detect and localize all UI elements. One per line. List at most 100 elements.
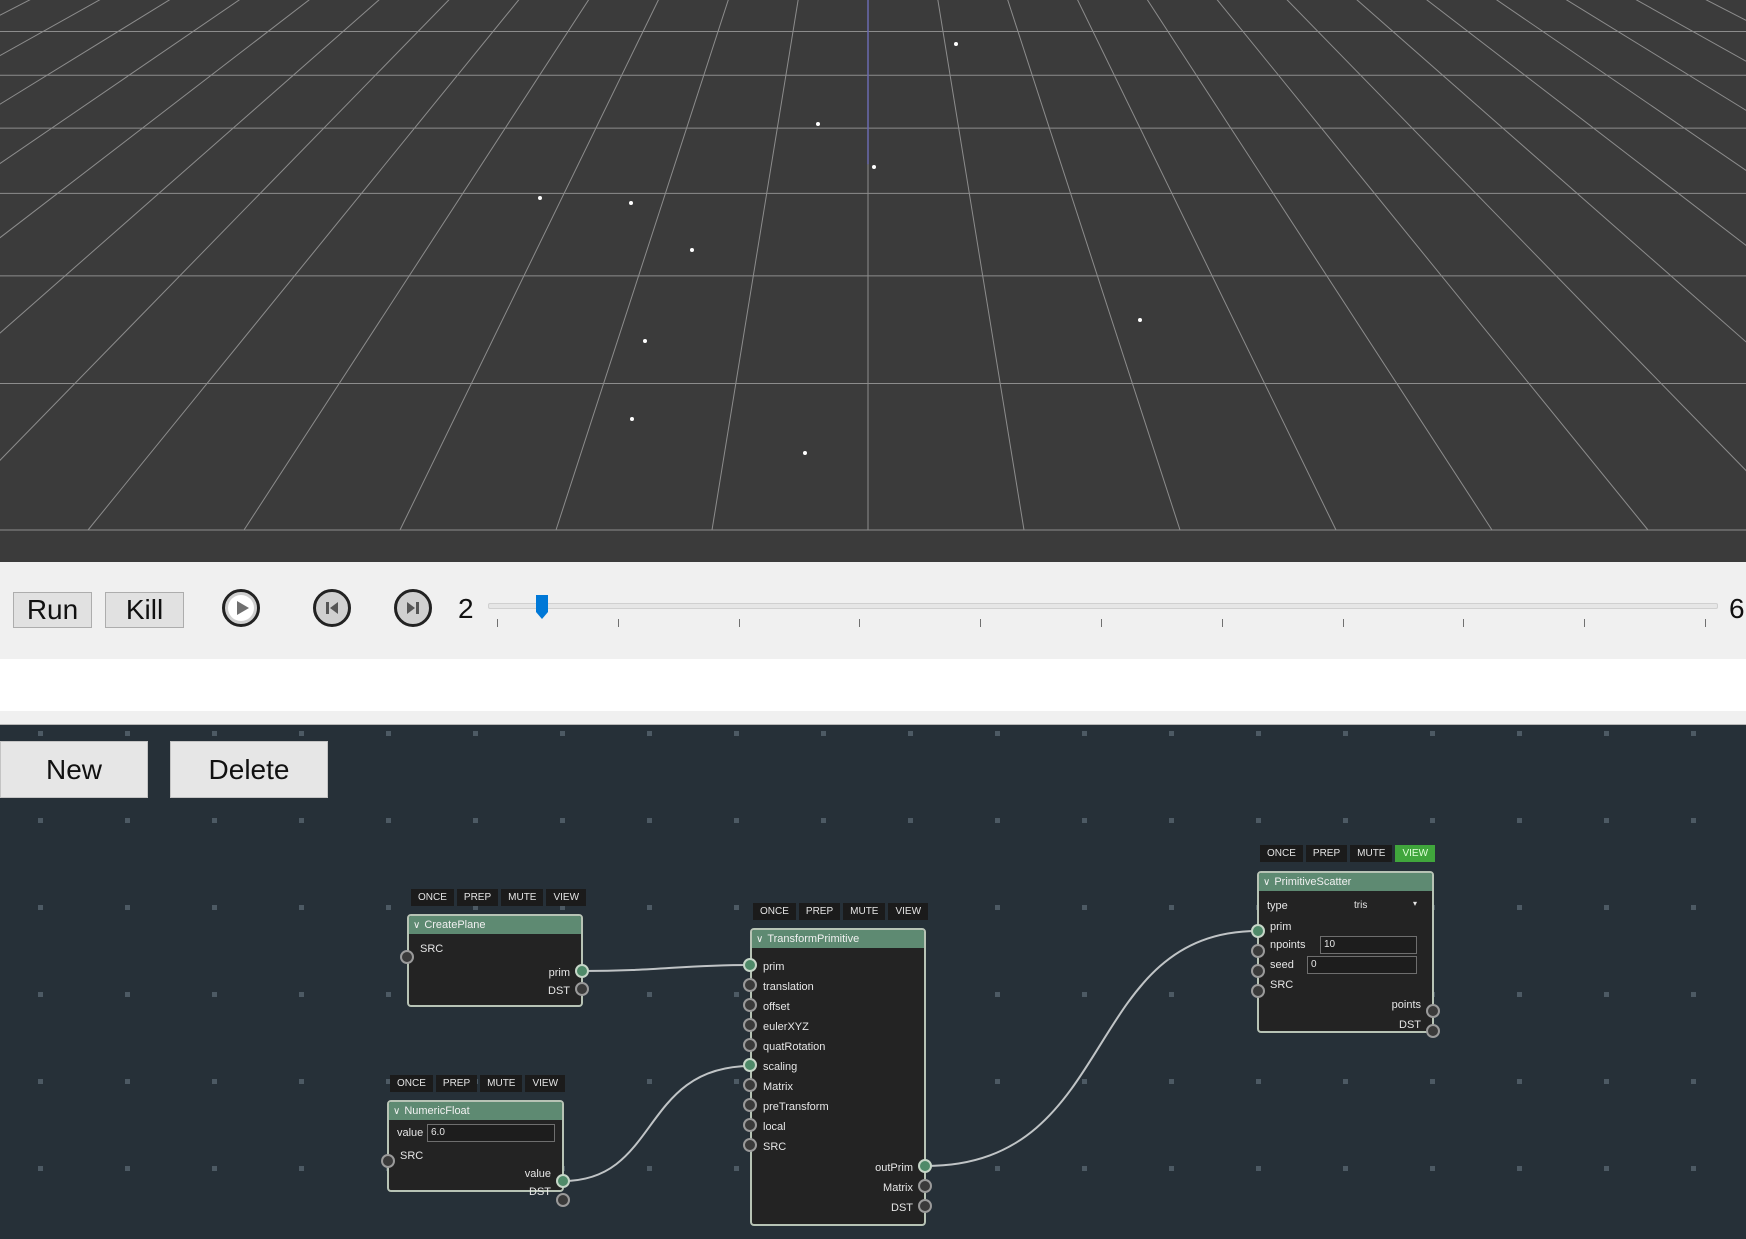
timeline-tick [738,619,740,627]
primitivescatter-header[interactable]: ∨ PrimitiveScatter [1259,873,1432,891]
view-button[interactable]: VIEW [888,903,929,920]
transform-translation-port[interactable] [743,978,757,992]
wire-createplane-prim [581,964,752,972]
scatter-seed-port[interactable] [1251,964,1265,978]
prep-button[interactable]: PREP [1305,845,1348,862]
value-input[interactable]: 6.0 [427,1124,555,1142]
numericfloat-value-port[interactable] [556,1174,570,1188]
chevron-down-icon[interactable]: ∨ [1263,874,1270,892]
primitivescatter-node[interactable]: ∨ PrimitiveScatter type tris ▾ prim npoin… [1257,871,1434,1033]
transform-offset-port[interactable] [743,998,757,1012]
numericfloat-header[interactable]: ∨ NumericFloat [389,1102,562,1120]
3d-viewport[interactable] [0,0,1746,562]
view-button[interactable]: VIEW [525,1075,566,1092]
prep-button[interactable]: PREP [798,903,841,920]
transformprimitive-header[interactable]: ∨ TransformPrimitive [752,930,924,948]
grid-line [1539,0,1746,530]
port-label-src: SRC [420,943,444,955]
grid-line [1352,0,1746,530]
step-forward-button[interactable] [394,589,432,627]
node-editor[interactable]: New Delete ONCE PREP MUTE VIEW ∨ CreatePl… [0,725,1746,1239]
timeline-tick [1342,619,1344,627]
transform-src-port[interactable] [743,1138,757,1152]
scatter-prim-port[interactable] [1251,924,1265,938]
createplane-dst-port[interactable] [575,982,589,996]
type-select[interactable]: tris [1354,897,1367,915]
scatter-npoints-port[interactable] [1251,944,1265,958]
chevron-down-icon[interactable]: ∨ [393,1103,400,1121]
play-button[interactable] [222,589,260,627]
prep-button[interactable]: PREP [456,889,499,906]
transform-quatrotation-port[interactable] [743,1038,757,1052]
mute-button[interactable]: MUTE [843,903,886,920]
grid-line [0,0,101,57]
current-frame-label: 2 [458,593,474,624]
transform-eulerxyz-port[interactable] [743,1018,757,1032]
scatter-dst-port[interactable] [1426,1024,1440,1038]
createplane-prim-port[interactable] [575,964,589,978]
npoints-input[interactable]: 10 [1320,936,1417,954]
once-button[interactable]: ONCE [390,1075,433,1092]
transform-prim-port[interactable] [743,958,757,972]
splitter[interactable] [0,711,1746,725]
transform-scaling-port[interactable] [743,1058,757,1072]
scatter-point [690,248,694,252]
timeline-tick [1705,619,1706,627]
grid-line [1445,0,1746,530]
grid-line [0,0,228,530]
createplane-src-port[interactable] [400,950,414,964]
transform-local-port[interactable] [743,1118,757,1132]
mute-button[interactable]: MUTE [1350,845,1393,862]
slider-handle[interactable] [535,594,549,620]
once-button[interactable]: ONCE [1260,845,1303,862]
step-back-button[interactable] [313,589,351,627]
mute-button[interactable]: MUTE [480,1075,523,1092]
grid-line [0,0,540,530]
numericfloat-src-port[interactable] [381,1154,395,1168]
transform-outprim-port[interactable] [918,1159,932,1173]
grid-line [0,0,431,530]
new-button[interactable]: New [0,741,148,798]
seed-input[interactable]: 0 [1307,956,1417,974]
numericfloat-dst-port[interactable] [556,1193,570,1207]
dropdown-arrow-icon[interactable]: ▾ [1413,895,1417,913]
run-button[interactable]: Run [13,592,92,628]
kill-button[interactable]: Kill [105,592,184,628]
once-button[interactable]: ONCE [411,889,454,906]
once-button[interactable]: ONCE [753,903,796,920]
type-label: type [1267,900,1288,912]
port-label-dst: DST [548,985,570,997]
transform-matrix-out-port[interactable] [918,1179,932,1193]
port-label-src: SRC [400,1150,424,1162]
prep-button[interactable]: PREP [435,1075,478,1092]
grid-line [1508,0,1746,530]
chevron-down-icon[interactable]: ∨ [756,931,763,949]
createplane-header[interactable]: ∨ CreatePlane [409,916,581,934]
transform-matrix-port[interactable] [743,1078,757,1092]
chevron-down-icon[interactable]: ∨ [413,917,420,935]
grid-line [1286,0,1746,472]
transformprimitive-node[interactable]: ∨ TransformPrimitive prim translation off… [750,928,926,1226]
grid-line [0,0,380,334]
grid-line [1398,0,1746,530]
grid-line [1242,0,1746,530]
port-label-local: local [763,1121,786,1133]
grid-line [0,0,291,530]
delete-button[interactable]: Delete [170,741,328,798]
transform-dst-port[interactable] [918,1199,932,1213]
port-label-dst: DST [891,1202,913,1214]
timeline-slider[interactable] [488,603,1718,609]
scatter-points-port[interactable] [1426,1004,1440,1018]
mute-button[interactable]: MUTE [501,889,544,906]
view-button-active[interactable]: VIEW [1395,845,1436,862]
createplane-node[interactable]: ∨ CreatePlane SRC prim DST [407,914,583,1007]
view-button[interactable]: VIEW [546,889,587,906]
scatter-src-port[interactable] [1251,984,1265,998]
status-strip [0,659,1746,711]
transform-pretransform-port[interactable] [743,1098,757,1112]
port-label-src: SRC [763,1141,787,1153]
grid-line [1476,0,1746,530]
numericfloat-node[interactable]: ∨ NumericFloat value 6.0 SRC value DST [387,1100,564,1198]
grid-line [1426,0,1746,247]
scatter-point [643,339,647,343]
